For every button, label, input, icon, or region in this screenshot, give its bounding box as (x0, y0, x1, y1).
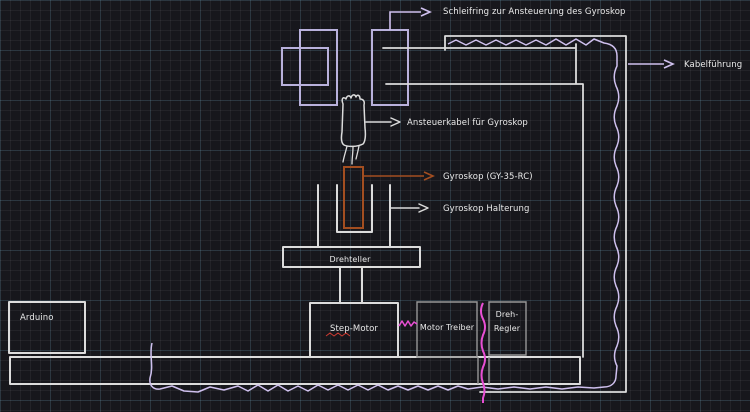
gyroskop-group[interactable] (344, 167, 433, 228)
schleifring-arrowhead-icon (421, 8, 430, 16)
drawing-canvas[interactable]: Schleifring zur Ansteuerung des Gyroskop… (0, 0, 750, 412)
cable-guide-arm[interactable] (383, 44, 583, 357)
slip-ring-right-block[interactable] (372, 30, 408, 105)
connector-wires[interactable] (343, 146, 359, 164)
cable-gap-walls[interactable] (478, 357, 489, 384)
motor-shaft[interactable] (340, 267, 362, 303)
slip-ring-left-flange[interactable] (282, 48, 328, 85)
dreh-regler-label-line2[interactable]: Regler (494, 324, 521, 333)
ansteuerkabel-label[interactable]: Ansteuerkabel für Gyroskop (407, 118, 528, 128)
slip-ring-left-block[interactable] (300, 30, 337, 105)
step-motor-label[interactable]: Step-Motor (330, 324, 378, 334)
slip-ring-assembly[interactable] (282, 30, 408, 105)
halterung-arrowhead-icon (419, 204, 428, 212)
arduino-box[interactable] (9, 302, 85, 353)
control-cable-connector-blob[interactable] (341, 95, 365, 147)
gyroskop-arrowhead-icon (424, 172, 433, 180)
drehteller-label[interactable]: Drehteller (330, 255, 372, 264)
gyroskop-holder[interactable] (318, 185, 390, 247)
labels: Schleifring zur Ansteuerung des Gyroskop… (20, 7, 742, 334)
schleifring-arrow[interactable] (390, 12, 421, 30)
schleifring-label[interactable]: Schleifring zur Ansteuerung des Gyroskop (443, 7, 626, 17)
main-cable[interactable] (150, 39, 619, 392)
base-plate[interactable] (10, 357, 580, 384)
regler-cable[interactable] (481, 303, 485, 403)
cable-guide-frame[interactable] (445, 36, 626, 392)
lavender-arrows[interactable] (390, 8, 673, 68)
kabelfuehrung-arrowhead-icon (664, 60, 673, 68)
ansteuerkabel-arrowhead-icon (391, 118, 400, 126)
dreh-regler-label-line1[interactable]: Dreh- (496, 310, 519, 319)
kabelfuehrung-label[interactable]: Kabelführung (684, 60, 742, 70)
arduino-label[interactable]: Arduino (20, 313, 54, 323)
white-structure[interactable] (9, 36, 626, 392)
halterung-label[interactable]: Gyroskop Halterung (443, 204, 529, 214)
gyroskop-label[interactable]: Gyroskop (GY-35-RC) (443, 172, 533, 182)
motor-treiber-label[interactable]: Motor Treiber (420, 323, 475, 332)
motor-cable-squiggle[interactable] (399, 321, 417, 326)
gyroskop-module[interactable] (344, 167, 363, 228)
